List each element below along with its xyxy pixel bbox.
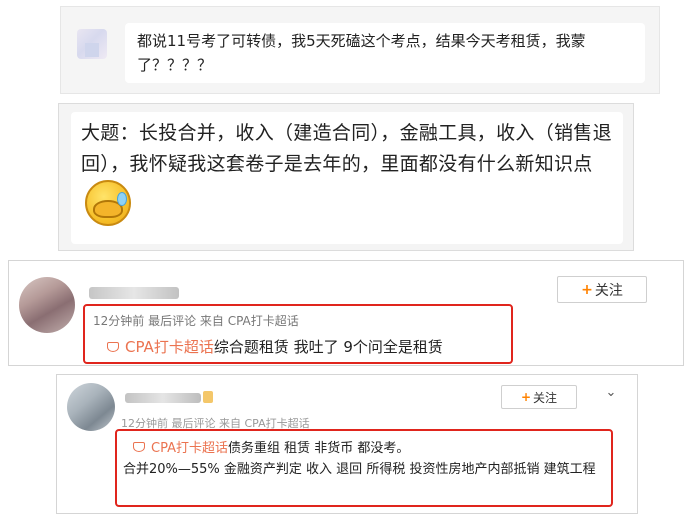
avatar[interactable]: [19, 277, 75, 333]
follow-label: 关注: [533, 390, 558, 405]
weibo-comment-2: + 关注 ⌄ 12分钟前 最后评论 来自 CPA打卡超话 CPA打卡超话债务重组…: [56, 374, 638, 514]
plus-icon: +: [581, 281, 593, 298]
comment-text-line2: 合并20%—55% 金融资产判定 收入 退回 所得税 投资性房地产内部抵销 建筑…: [123, 462, 596, 477]
highlight-box: 12分钟前 最后评论 来自 CPA打卡超话 CPA打卡超话综合题租赁 我吐了 9…: [83, 304, 513, 364]
weibo-comment-1: + 关注 12分钟前 最后评论 来自 CPA打卡超话 CPA打卡超话综合题租赁 …: [8, 260, 684, 366]
comment-meta: 12分钟前 最后评论 来自 CPA打卡超话: [93, 314, 299, 328]
comment-content: CPA打卡超话债务重组 租赁 非货币 都没考。: [133, 437, 409, 456]
chat-screenshot-1: 都说11号考了可转债，我5天死磕这个考点，结果今天考租赁，我蒙了？？？？: [60, 6, 660, 94]
plus-icon: +: [520, 390, 532, 404]
avatar-blurred: [77, 29, 107, 59]
message-card: 大题：长投合并，收入（建造合同），金融工具，收入（销售退回），我怀疑我这套卷子是…: [71, 112, 623, 244]
message-text: 大题：长投合并，收入（建造合同），金融工具，收入（销售退回），我怀疑我这套卷子是…: [81, 122, 612, 175]
topic-link[interactable]: CPA打卡超话: [151, 441, 228, 456]
username-blurred[interactable]: [89, 287, 179, 299]
comment-text-line1: 债务重组 租赁 非货币 都没考。: [227, 441, 410, 456]
chat-screenshot-2: 大题：长投合并，收入（建造合同），金融工具，收入（销售退回），我怀疑我这套卷子是…: [58, 103, 634, 251]
super-topic-icon: [107, 342, 119, 352]
user-badge: [203, 391, 213, 403]
chat-bubble: 都说11号考了可转债，我5天死磕这个考点，结果今天考租赁，我蒙了？？？？: [125, 23, 645, 83]
highlight-box: CPA打卡超话债务重组 租赁 非货币 都没考。 合并20%—55% 金融资产判定…: [115, 429, 613, 507]
avatar[interactable]: [67, 383, 115, 431]
super-topic-icon: [133, 442, 145, 452]
laughing-crying-emoji-icon: [85, 180, 131, 226]
chevron-down-icon[interactable]: ⌄: [603, 385, 619, 401]
comment-text: 综合题租赁 我吐了 9个问全是租赁: [213, 338, 443, 356]
follow-button[interactable]: + 关注: [501, 385, 577, 409]
username-blurred[interactable]: [125, 393, 201, 403]
follow-label: 关注: [594, 282, 623, 299]
follow-button[interactable]: + 关注: [557, 276, 647, 303]
comment-content: CPA打卡超话综合题租赁 我吐了 9个问全是租赁: [107, 336, 443, 357]
topic-link[interactable]: CPA打卡超话: [125, 338, 214, 356]
